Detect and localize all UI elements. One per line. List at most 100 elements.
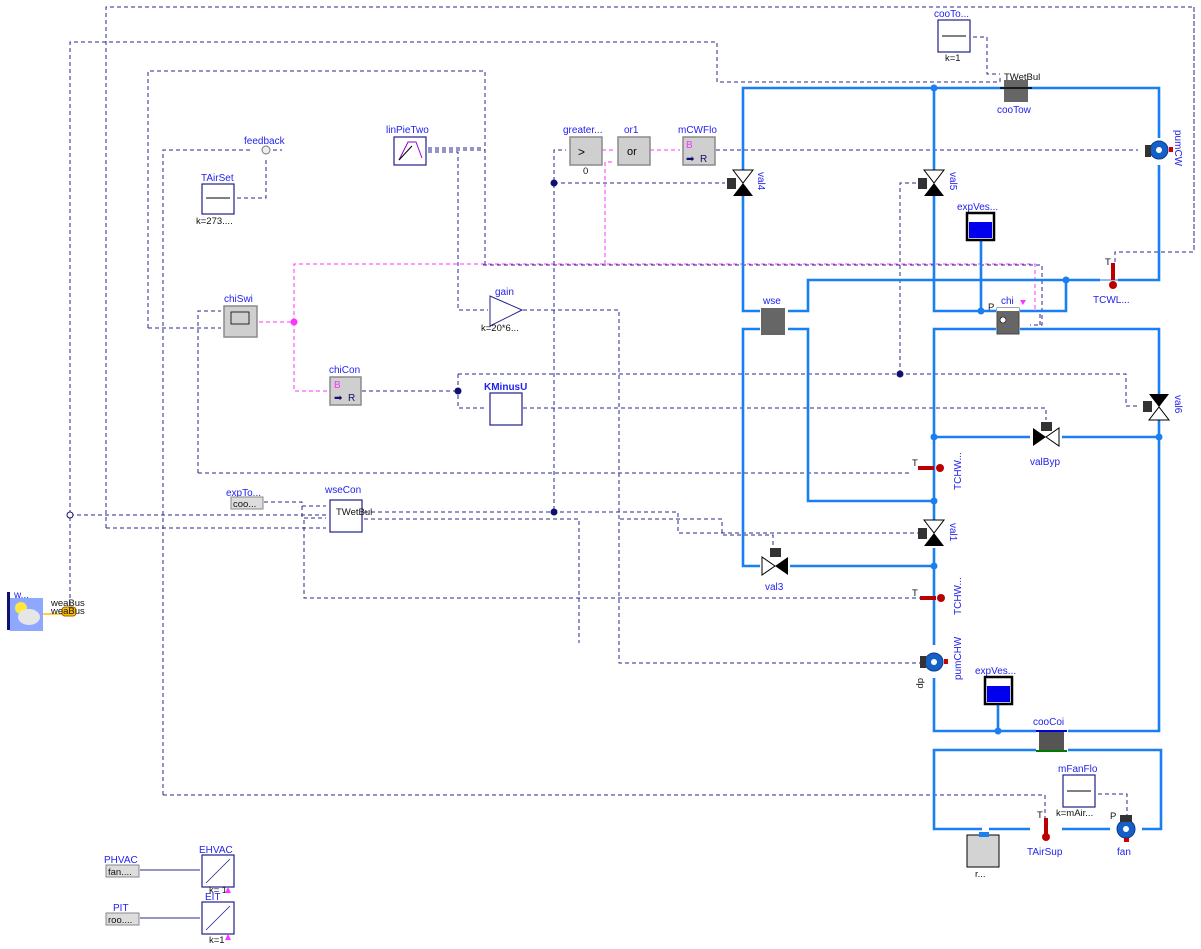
room-volume[interactable]: r... bbox=[966, 832, 1000, 880]
phvac-block[interactable]: PHVAC fan.... bbox=[104, 855, 140, 878]
valve-val1[interactable]: val1 bbox=[918, 519, 958, 546]
pipe-junction bbox=[1155, 433, 1163, 441]
motor-icon bbox=[727, 178, 736, 189]
wire-cootow-set bbox=[973, 36, 1000, 75]
chicon-block[interactable]: chiCon B ➡ R bbox=[329, 365, 362, 406]
heat-exchanger-wse[interactable]: wse bbox=[761, 296, 785, 335]
bus-junction bbox=[66, 511, 74, 519]
thermometer-icon bbox=[920, 596, 936, 600]
wsecon-block[interactable]: wseCon TWetBul bbox=[324, 485, 372, 533]
wire-top-third bbox=[147, 70, 486, 328]
gain-icon bbox=[489, 295, 524, 327]
bwire-chiswi-chicon bbox=[259, 321, 327, 392]
pump-chw[interactable]: dp pumCHW bbox=[915, 636, 964, 688]
valve-valbyp[interactable]: valByp bbox=[1030, 422, 1060, 468]
tcwl-symbol: T bbox=[1105, 257, 1111, 268]
tairsup-label: TAirSup bbox=[1027, 847, 1063, 858]
cootow-setpoint-block[interactable]: cooTo... k=1 bbox=[934, 9, 971, 64]
motor-icon bbox=[920, 656, 926, 668]
expansion-vessel-cw[interactable]: expVes... bbox=[957, 202, 998, 242]
signal-junction bbox=[454, 387, 462, 395]
wire-greater-in bbox=[553, 149, 566, 510]
pump-cw[interactable]: pumCW bbox=[1145, 130, 1183, 167]
val5-label: val5 bbox=[947, 172, 958, 191]
tairset-param: k=273.... bbox=[196, 216, 233, 227]
fan[interactable]: P fan bbox=[1110, 811, 1136, 858]
weather-data-reader[interactable]: w... bbox=[7, 590, 43, 631]
chicon-r: R bbox=[348, 393, 355, 404]
tairset-label: TAirSet bbox=[201, 173, 234, 184]
tairset-block[interactable]: TAirSet k=273.... bbox=[196, 173, 235, 227]
pipe-junction bbox=[994, 727, 1002, 735]
val1-label: val1 bbox=[947, 523, 958, 542]
chicon-label: chiCon bbox=[329, 365, 360, 376]
chi-port-label: P bbox=[988, 302, 994, 313]
fan-port-label: P bbox=[1110, 811, 1116, 822]
valve-val3[interactable]: val3 bbox=[761, 548, 788, 593]
motor-icon bbox=[1041, 422, 1052, 431]
sensor-tchw-upper[interactable]: T TCHW... bbox=[912, 452, 964, 490]
bwire-chiswi-chi bbox=[293, 263, 1036, 322]
chicon-b: B bbox=[334, 380, 341, 391]
kminusu-block[interactable]: KMinusU bbox=[484, 382, 527, 426]
eit-integrator[interactable]: EIT k=1 bbox=[201, 892, 235, 946]
thermometer-icon bbox=[1044, 818, 1048, 835]
exptotapp-block[interactable]: expTo... coo... bbox=[226, 488, 264, 510]
feedback-block[interactable]: feedback bbox=[244, 136, 286, 155]
pipe-junction bbox=[1062, 276, 1070, 284]
pipe-val4-wse bbox=[741, 196, 760, 313]
sensor-tcwl[interactable]: T TCWL... bbox=[1093, 257, 1130, 306]
valve-val5[interactable]: val5 bbox=[918, 169, 958, 196]
signal-junction bbox=[550, 508, 558, 516]
pumchw-label: pumCHW bbox=[953, 636, 964, 680]
wse-label: wse bbox=[762, 296, 781, 307]
ehvac-integrator[interactable]: EHVAC k= 1 bbox=[199, 845, 235, 896]
mcwflo-r: R bbox=[700, 154, 707, 165]
expansion-vessel-chw[interactable]: expVes... bbox=[975, 666, 1016, 706]
wire-to-val6 bbox=[458, 373, 1140, 407]
pit-block[interactable]: PIT roo.... bbox=[105, 903, 140, 926]
linpietwo-block[interactable]: linPieTwo bbox=[386, 125, 429, 166]
coocoi-label: cooCoi bbox=[1033, 717, 1064, 728]
valve-val6[interactable]: val6 bbox=[1143, 394, 1183, 421]
tcwl-label: TCWL... bbox=[1093, 295, 1130, 306]
piecewise-linear-icon bbox=[393, 136, 427, 166]
mfanflo-block[interactable]: mFanFlo k=mAir... bbox=[1056, 764, 1098, 819]
pipe-air-loop bbox=[932, 748, 1036, 831]
motor-icon bbox=[770, 548, 781, 557]
wire-chiswi-in1 bbox=[197, 310, 221, 473]
mfanflo-param: k=mAir... bbox=[1056, 808, 1093, 819]
valve-val4[interactable]: val4 bbox=[727, 169, 766, 196]
tairsup-symbol: T bbox=[1037, 810, 1043, 821]
cooling-coil[interactable]: cooCoi bbox=[1033, 717, 1067, 752]
val3-label: val3 bbox=[765, 582, 784, 593]
weadata-label: w... bbox=[13, 590, 29, 601]
eit-param: k=1 bbox=[209, 935, 225, 946]
or-block[interactable]: or1 or bbox=[617, 125, 651, 166]
greater-block[interactable]: greater... > 0 bbox=[563, 125, 603, 177]
chiller-switch-block[interactable]: chiSwi bbox=[223, 294, 258, 338]
or1-label: or1 bbox=[624, 125, 639, 136]
pipe-cw-top bbox=[741, 86, 1161, 170]
kminusu-icon bbox=[489, 392, 523, 426]
pipe-val6-down bbox=[1068, 420, 1161, 733]
pipe-wse-cwout bbox=[788, 278, 1100, 313]
pipe-wse-chw bbox=[788, 327, 934, 503]
wire-val5-ctrl bbox=[899, 182, 918, 374]
cootow-setpoint-param: k=1 bbox=[945, 53, 961, 64]
cootow-label: cooTow bbox=[997, 105, 1032, 116]
phvac-label: PHVAC bbox=[104, 855, 138, 866]
cooling-tower[interactable]: TWetBul cooTow bbox=[997, 72, 1040, 116]
mcwflo-b: B bbox=[686, 140, 693, 151]
gain-param: k=20*6... bbox=[481, 323, 519, 334]
pipe-chi-val6 bbox=[1020, 327, 1161, 394]
heat-exchanger-icon bbox=[761, 308, 785, 335]
pit-value: roo.... bbox=[108, 915, 132, 926]
weather-bus[interactable]: weaBus weaBus bbox=[43, 598, 85, 617]
tchw-upper-label: TCHW... bbox=[953, 452, 964, 490]
mcwflo-block[interactable]: mCWFlo B R ➡ bbox=[678, 125, 717, 166]
sensor-tchw-lower[interactable]: T TCHW... bbox=[912, 577, 964, 615]
constant-icon bbox=[201, 183, 235, 215]
wire-tairsup bbox=[163, 794, 1046, 820]
bwire-chiswi-or bbox=[604, 161, 614, 264]
